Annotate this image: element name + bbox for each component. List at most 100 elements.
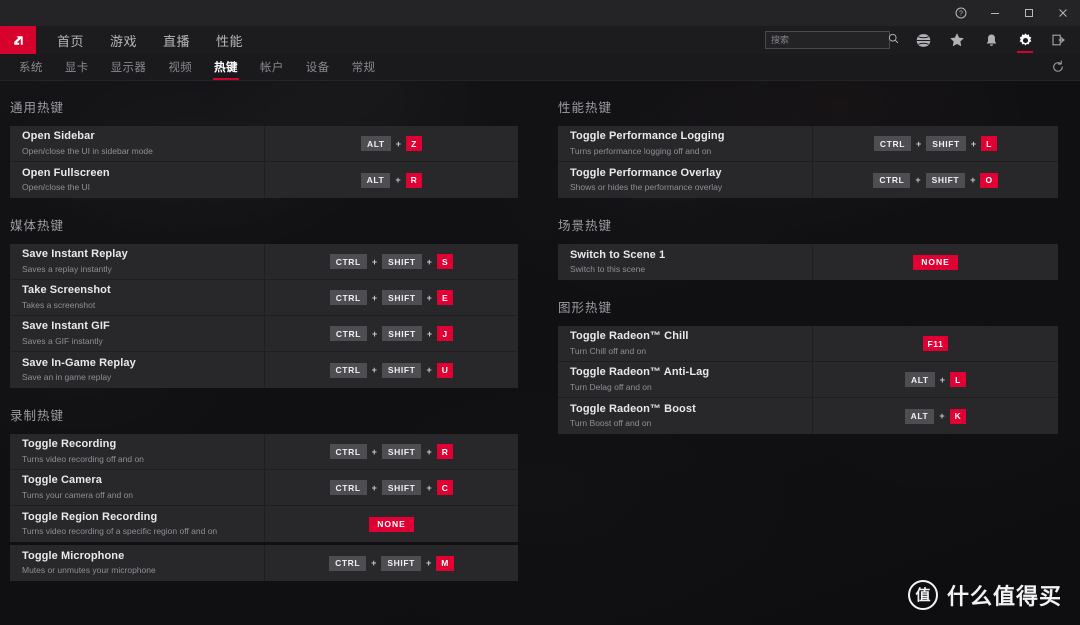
hotkey-combo[interactable]: CTRL + SHIFT + S	[265, 254, 518, 269]
hotkey-key[interactable]: E	[436, 290, 454, 305]
close-button[interactable]	[1046, 0, 1080, 26]
hotkey-row[interactable]: Switch to Scene 1 Switch to this scene NON…	[558, 244, 1058, 280]
tab-devices[interactable]: 设备	[295, 54, 341, 81]
tab-graphics[interactable]: 显卡	[54, 54, 100, 81]
hotkey-combo[interactable]: CTRL + SHIFT + O	[813, 172, 1058, 188]
hotkey-key[interactable]: CTRL	[329, 555, 367, 571]
nav-link-performance[interactable]: 性能	[216, 31, 243, 50]
hotkey-key[interactable]: SHIFT	[381, 444, 422, 459]
hotkeys-content: 通用热键 Open Sidebar Open/close the UI in sid…	[0, 81, 1080, 625]
hotkey-combo[interactable]: ALT + L	[813, 372, 1058, 387]
nav-link-streaming[interactable]: 直播	[163, 31, 190, 50]
hotkey-key[interactable]: S	[436, 254, 454, 269]
search-box[interactable]	[765, 31, 899, 49]
help-button[interactable]: ?	[944, 0, 978, 26]
exit-icon[interactable]	[1045, 26, 1073, 54]
tab-hotkeys[interactable]: 热键	[203, 54, 249, 81]
hotkey-key[interactable]: L	[981, 136, 998, 151]
plus-separator: +	[425, 558, 432, 568]
hotkey-key[interactable]: SHIFT	[382, 290, 422, 305]
hotkey-row[interactable]: Toggle Radeon™ Chill Turn Chill off and o…	[558, 326, 1058, 362]
hotkey-row[interactable]: Save Instant Replay Saves a replay instan…	[10, 244, 518, 280]
hotkey-key[interactable]: C	[436, 480, 454, 495]
hotkey-combo[interactable]: NONE	[265, 516, 518, 532]
hotkey-combo[interactable]: CTRL + SHIFT + E	[265, 290, 518, 305]
tab-system[interactable]: 系统	[8, 54, 54, 81]
hotkey-combo[interactable]: CTRL + SHIFT + L	[813, 136, 1058, 151]
hotkey-key[interactable]: J	[437, 326, 454, 341]
hotkey-row[interactable]: Toggle Microphone Mutes or unmutes your m…	[10, 545, 518, 581]
tab-account[interactable]: 帐户	[249, 54, 295, 81]
hotkey-name: Open Sidebar	[22, 130, 95, 143]
hotkey-key[interactable]: U	[436, 362, 454, 378]
hotkey-key[interactable]: SHIFT	[381, 555, 421, 571]
hotkey-row[interactable]: Toggle Radeon™ Anti-Lag Turn Delag off an…	[558, 362, 1058, 398]
hotkey-key[interactable]: L	[949, 372, 966, 387]
hotkey-key[interactable]: SHIFT	[381, 362, 422, 378]
hotkey-key[interactable]: SHIFT	[381, 480, 422, 495]
star-icon[interactable]	[943, 26, 971, 54]
hotkey-key[interactable]: K	[949, 408, 967, 424]
hotkey-key[interactable]: O	[980, 172, 998, 188]
hotkey-key[interactable]: ALT	[361, 136, 391, 151]
hotkey-key[interactable]: CTRL	[329, 362, 367, 378]
hotkey-key[interactable]: M	[436, 555, 454, 571]
hotkey-combo[interactable]: F11	[813, 336, 1058, 351]
hotkey-row[interactable]: Take Screenshot Takes a screenshot CTRL + SH…	[10, 280, 518, 316]
hotkey-row[interactable]: Toggle Performance Overlay Shows or hides…	[558, 162, 1058, 198]
hotkey-none-badge[interactable]: NONE	[913, 254, 958, 270]
hotkey-combo[interactable]: ALT + Z	[265, 136, 518, 151]
hotkey-none-badge[interactable]: NONE	[369, 516, 414, 532]
tab-video[interactable]: 视频	[157, 54, 203, 81]
hotkey-key[interactable]: CTRL	[329, 290, 367, 305]
hotkey-combo[interactable]: CTRL + SHIFT + C	[265, 480, 518, 495]
hotkey-row[interactable]: Open Sidebar Open/close the UI in sidebar…	[10, 126, 518, 162]
hotkey-key[interactable]: R	[405, 172, 423, 188]
hotkey-key[interactable]: SHIFT	[926, 136, 966, 151]
hotkey-key[interactable]: R	[436, 444, 454, 459]
hotkey-row[interactable]: Save Instant GIF Saves a GIF instantly CTR…	[10, 316, 518, 352]
tab-display[interactable]: 显示器	[100, 54, 158, 81]
tab-general[interactable]: 常规	[341, 54, 387, 81]
amd-logo-icon[interactable]	[0, 26, 36, 54]
minimize-button[interactable]	[978, 0, 1012, 26]
hotkey-key[interactable]: SHIFT	[925, 172, 966, 188]
hotkey-key[interactable]: ALT	[905, 372, 935, 387]
hotkey-row[interactable]: Toggle Radeon™ Boost Turn Boost off and o…	[558, 398, 1058, 434]
hotkey-key[interactable]: ALT	[904, 408, 935, 424]
hotkey-combo[interactable]: CTRL + SHIFT + R	[265, 444, 518, 459]
hotkey-key[interactable]: CTRL	[329, 444, 367, 459]
hotkey-row[interactable]: Toggle Camera Turns your camera off and o…	[10, 470, 518, 506]
hotkey-row[interactable]: Toggle Region Recording Turns video recor…	[10, 506, 518, 542]
hotkey-row-info: Toggle Performance Logging Turns performa…	[558, 126, 813, 161]
hotkey-key[interactable]: Z	[405, 136, 422, 151]
plus-separator: +	[970, 138, 977, 149]
bell-icon[interactable]	[977, 26, 1005, 54]
hotkey-row[interactable]: Save In-Game Replay Save an in game repla…	[10, 352, 518, 388]
hotkey-key[interactable]: F11	[922, 336, 949, 351]
hotkey-row[interactable]: Open Fullscreen Open/close the UI ALT + R	[10, 162, 518, 198]
search-input[interactable]	[771, 35, 888, 45]
hotkey-combo[interactable]: NONE	[813, 254, 1058, 270]
maximize-button[interactable]	[1012, 0, 1046, 26]
hotkey-key[interactable]: ALT	[360, 172, 391, 188]
hotkey-key[interactable]: CTRL	[329, 326, 367, 341]
hotkey-key[interactable]: CTRL	[873, 136, 911, 151]
hotkey-combo[interactable]: ALT + R	[265, 172, 518, 188]
hotkey-combo[interactable]: CTRL + SHIFT + M	[265, 555, 518, 571]
nav-link-home[interactable]: 首页	[57, 31, 84, 50]
hotkey-row[interactable]: Toggle Performance Logging Turns performa…	[558, 126, 1058, 162]
hotkey-combo[interactable]: CTRL + SHIFT + U	[265, 362, 518, 378]
hotkey-combo[interactable]: CTRL + SHIFT + J	[265, 326, 518, 341]
hotkey-key[interactable]: CTRL	[329, 480, 367, 495]
reset-icon[interactable]	[1046, 55, 1070, 79]
hotkey-key[interactable]: CTRL	[873, 172, 911, 188]
hotkey-combo[interactable]: ALT + K	[813, 408, 1058, 424]
hotkey-key[interactable]: CTRL	[329, 254, 367, 269]
hotkey-key[interactable]: SHIFT	[382, 326, 422, 341]
nav-link-gaming[interactable]: 游戏	[110, 31, 137, 50]
hotkey-key[interactable]: SHIFT	[382, 254, 422, 269]
gear-icon[interactable]	[1011, 26, 1039, 54]
hotkey-row[interactable]: Toggle Recording Turns video recording of…	[10, 434, 518, 470]
globe-icon[interactable]	[909, 26, 937, 54]
